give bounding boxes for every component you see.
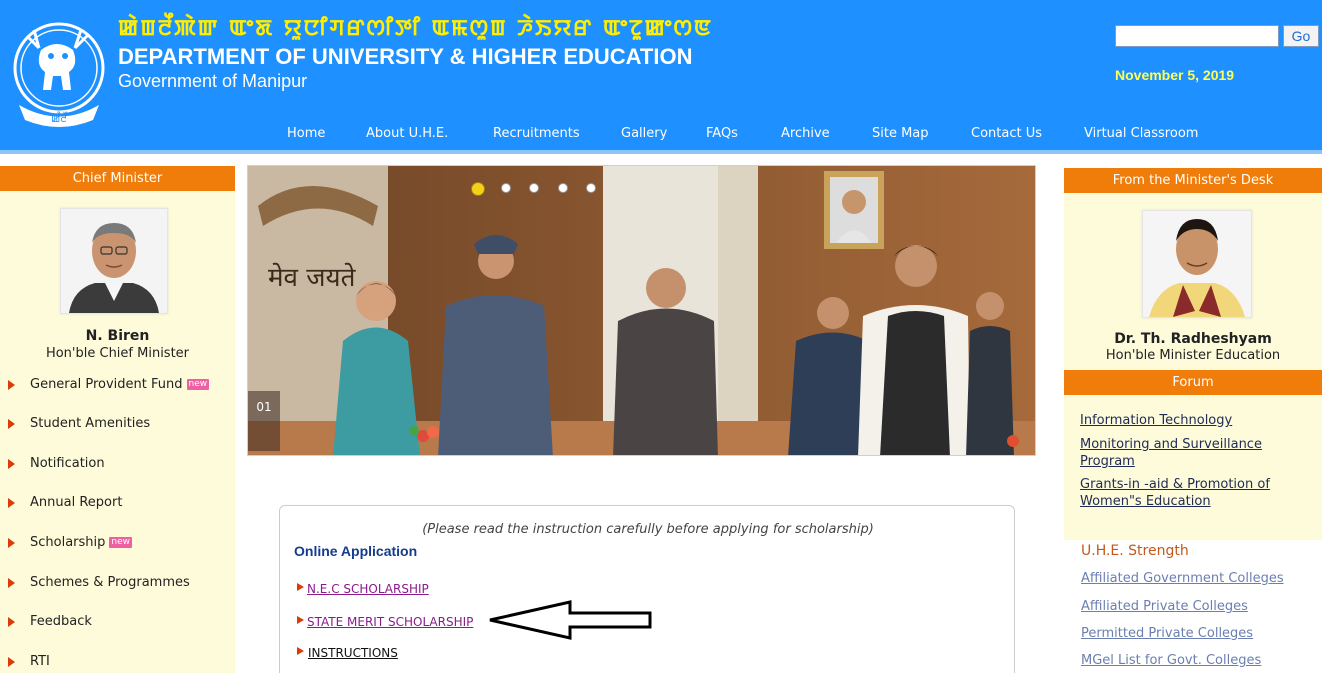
bullet-arrow-icon: [8, 459, 15, 469]
minister-photo: [1142, 210, 1252, 318]
sidebar-item-label: RTI: [30, 654, 50, 669]
sidebar-item-feedback[interactable]: Feedback: [0, 603, 235, 641]
minister-title: Hon'ble Minister Education: [1105, 348, 1281, 363]
affiliated-government-colleges-link[interactable]: Affiliated Government Colleges: [1081, 571, 1284, 586]
slider-photo: मेव जयते: [248, 166, 1035, 455]
slide-dot[interactable]: [558, 183, 568, 193]
sidebar-item-label: Notification: [30, 456, 105, 471]
ministers-desk-heading: From the Minister's Desk: [1064, 168, 1322, 193]
sidebar-item-general-provident-fund[interactable]: General Provident Fund new: [0, 366, 235, 404]
sidebar-item-label: Schemes & Programmes: [30, 575, 190, 590]
bullet-arrow-icon: [8, 498, 15, 508]
nav-virtual-classroom[interactable]: Virtual Classroom: [1084, 126, 1198, 141]
scholarship-panel: (Please read the instruction carefully b…: [279, 505, 1015, 673]
state-merit-scholarship-link[interactable]: STATE MERIT SCHOLARSHIP: [307, 615, 473, 629]
slide-number: 01: [256, 400, 271, 414]
minister-name: Dr. Th. Radheshyam: [1114, 331, 1272, 347]
department-subtitle: Government of Manipur: [118, 71, 308, 91]
sidebar-item-label: General Provident Fund: [30, 377, 183, 392]
flag-arrow-icon: [297, 647, 304, 655]
uhe-strength-heading: U.H.E. Strength: [1081, 543, 1189, 559]
bullet-arrow-icon: [8, 578, 15, 588]
right-sidebar: From the Minister's Desk Dr. Th. Radhesh…: [1064, 168, 1322, 540]
nav-faqs[interactable]: FAQs: [706, 126, 738, 141]
forum-link-monitoring-surveillance[interactable]: Monitoring and Surveillance Program: [1080, 436, 1310, 470]
meitei-title: ꯀꯥꯡꯂꯩꯄꯥꯛ ꯑꯦꯗ ꯌꯨꯅꯤꯚꯔꯁꯤꯇꯤ ꯑꯃꯁꯨꯡ ꯍꯥꯏꯌꯔ ꯑꯦꯖꯨ…: [118, 15, 713, 41]
affiliated-private-colleges-link[interactable]: Affiliated Private Colleges: [1081, 599, 1248, 614]
pointer-arrow-icon: [489, 600, 652, 640]
sidebar-item-student-amenities[interactable]: Student Amenities: [0, 405, 235, 443]
instructions-link[interactable]: INSTRUCTIONS: [308, 646, 398, 660]
bullet-arrow-icon: [8, 538, 15, 548]
nav-recruitments[interactable]: Recruitments: [493, 126, 580, 141]
nec-scholarship-link[interactable]: N.E.C SCHOLARSHIP: [307, 582, 429, 596]
nav-archive[interactable]: Archive: [781, 126, 830, 141]
slide-dot[interactable]: [586, 183, 596, 193]
search-go-button[interactable]: Go: [1283, 25, 1319, 47]
slider-wall-text: मेव जयते: [268, 262, 357, 293]
sidebar-item-label: Scholarship: [30, 535, 106, 550]
sidebar-item-scholarship[interactable]: Scholarship new: [0, 524, 235, 562]
new-badge: new: [186, 379, 210, 390]
current-date: November 5, 2019: [1115, 67, 1235, 83]
nav-site-map[interactable]: Site Map: [872, 126, 929, 141]
search-input[interactable]: [1115, 25, 1279, 47]
bullet-arrow-icon: [8, 617, 15, 627]
online-application-heading: Online Application: [294, 543, 418, 559]
mgel-list-govt-colleges-link[interactable]: MGel List for Govt. Colleges: [1081, 653, 1261, 668]
flag-arrow-icon: [297, 616, 304, 624]
bullet-arrow-icon: [8, 657, 15, 667]
forum-link-grants-in-aid[interactable]: Grants-in -aid & Promotion of Women"s Ed…: [1080, 476, 1310, 510]
sidebar-item-label: Student Amenities: [30, 416, 151, 431]
kangla-sha-emblem-logo[interactable]: ꯀꯪꯂꯩ: [9, 10, 109, 130]
slide-dot[interactable]: [501, 183, 511, 193]
forum-heading: Forum: [1064, 370, 1322, 395]
chief-minister-title: Hon'ble Chief Minister: [45, 346, 190, 361]
chief-minister-photo: [60, 208, 168, 314]
sidebar-item-label: Annual Report: [30, 495, 123, 510]
sidebar-item-rti[interactable]: RTI: [0, 643, 235, 673]
scholarship-instruction: (Please read the instruction carefully b…: [422, 522, 874, 537]
main-navigation: Home About U.H.E. Recruitments Gallery F…: [0, 121, 1322, 149]
permitted-private-colleges-link[interactable]: Permitted Private Colleges: [1081, 626, 1253, 641]
department-title: DEPARTMENT OF UNIVERSITY & HIGHER EDUCAT…: [118, 44, 693, 69]
sidebar-item-annual-report[interactable]: Annual Report: [0, 484, 235, 522]
slide-dot[interactable]: [529, 183, 539, 193]
new-badge: new: [109, 537, 133, 548]
chief-minister-name: N. Biren: [85, 328, 150, 344]
site-header: ꯀꯪꯂꯩ ꯀꯥꯡꯂꯩꯄꯥꯛ ꯑꯦꯗ ꯌꯨꯅꯤꯚꯔꯁꯤꯇꯤ ꯑꯃꯁꯨꯡ ꯍꯥꯏꯌꯔ…: [0, 0, 1322, 152]
sidebar-item-schemes-programmes[interactable]: Schemes & Programmes: [0, 564, 235, 602]
nav-about[interactable]: About U.H.E.: [366, 126, 448, 141]
nav-contact-us[interactable]: Contact Us: [971, 126, 1042, 141]
bullet-arrow-icon: [8, 380, 15, 390]
slide-dot-active[interactable]: [471, 182, 485, 196]
sidebar-item-notification[interactable]: Notification: [0, 445, 235, 483]
bullet-arrow-icon: [8, 419, 15, 429]
slide-number-box: 01: [248, 391, 280, 451]
nav-home[interactable]: Home: [287, 126, 325, 141]
flag-arrow-icon: [297, 583, 304, 591]
image-slider[interactable]: मेव जयते 01: [247, 165, 1036, 456]
nav-gallery[interactable]: Gallery: [621, 126, 667, 141]
chief-minister-heading: Chief Minister: [0, 166, 235, 191]
forum-link-information-technology[interactable]: Information Technology: [1080, 412, 1310, 429]
header-divider: [0, 150, 1322, 154]
sidebar-item-label: Feedback: [30, 614, 92, 629]
